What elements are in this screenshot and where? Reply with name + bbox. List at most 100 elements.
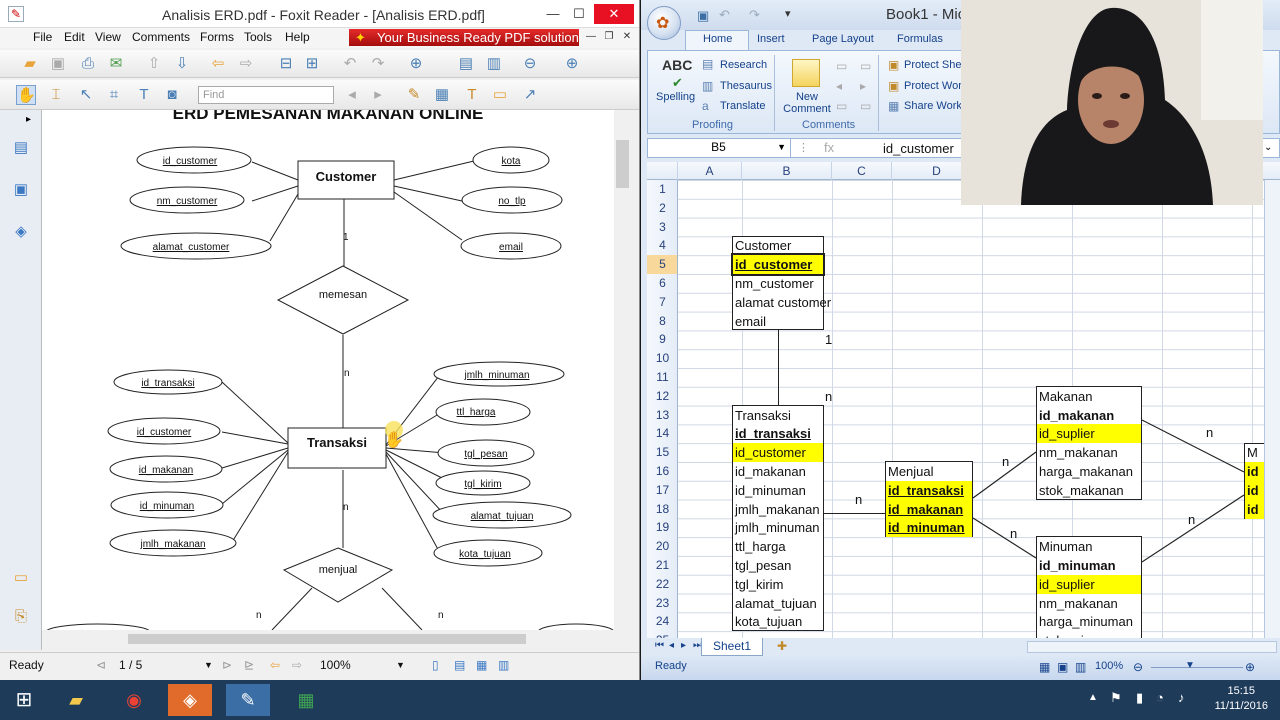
row-header[interactable]: 11 [647, 368, 677, 387]
page-indicator[interactable]: 1 / 5 [119, 658, 142, 672]
email-icon[interactable]: ✉ [106, 54, 126, 74]
translate-button[interactable]: Translate [720, 100, 765, 112]
cell-f14[interactable]: id_suplier [1037, 424, 1141, 444]
panel-expand-icon[interactable]: ▸ [26, 114, 31, 125]
camera-icon[interactable]: ◙ [162, 85, 182, 105]
menu-view[interactable]: View [95, 30, 121, 44]
cell-f20[interactable]: Minuman [1037, 537, 1141, 556]
page-layout-view-icon[interactable]: ▣ [1057, 660, 1068, 674]
pencil-icon[interactable]: ✎ [404, 85, 424, 105]
tab-insert[interactable]: Insert [757, 33, 785, 45]
minimize-button[interactable]: — [540, 4, 566, 24]
new-comment-button[interactable]: New Comment [782, 91, 832, 115]
spreadsheet-grid[interactable]: Customer id_customer nm_customer alamat … [678, 180, 1264, 638]
sheet-prev-icon[interactable]: ◂ [669, 640, 674, 651]
highlight-icon[interactable]: ▦ [432, 85, 452, 105]
row-header-selected[interactable]: 5 [647, 255, 677, 275]
cell-f24[interactable]: harga_minuman [1037, 612, 1141, 631]
col-header-c[interactable]: C [832, 162, 892, 180]
row-header[interactable]: 25 [647, 631, 677, 638]
formula-fx-icon[interactable]: fx [824, 140, 834, 155]
row-header[interactable]: 17 [647, 481, 677, 500]
search-next-icon[interactable]: ▸ [368, 85, 388, 105]
cell-f15[interactable]: nm_makanan [1037, 443, 1141, 462]
network-icon[interactable]: ◔ [1156, 690, 1164, 705]
cell-f21[interactable]: id_minuman [1037, 556, 1141, 575]
pdf-vertical-scrollbar[interactable] [614, 110, 631, 630]
excel-horizontal-scrollbar[interactable] [1027, 641, 1277, 653]
flag-icon[interactable]: ⚑ [1110, 690, 1122, 706]
cell-f12[interactable]: Makanan [1037, 387, 1141, 406]
foxit-taskbar-icon[interactable]: ✎ [226, 684, 270, 716]
row-header[interactable]: 23 [647, 594, 677, 613]
forward-icon[interactable]: ⇨ [236, 54, 256, 74]
open-icon[interactable]: ▰ [20, 54, 40, 74]
zoom-plus-icon[interactable]: ⊕ [562, 54, 582, 74]
col-header-a[interactable]: A [678, 162, 742, 180]
hand-tool-icon[interactable]: ✋ [16, 85, 36, 105]
cell-f25[interactable]: stok_minuman [1037, 631, 1141, 638]
row-header[interactable]: 4 [647, 236, 677, 255]
sheet-first-icon[interactable]: ⏮ [655, 640, 664, 651]
menu-edit[interactable]: Edit [64, 30, 85, 44]
prev-page-icon[interactable]: ⇧ [144, 54, 164, 74]
snapshot-icon[interactable]: ⌗ [104, 85, 124, 105]
cell-partial-2[interactable]: id [1245, 480, 1264, 500]
comment-show-icon[interactable]: ▭ [836, 99, 847, 113]
bookmarks-icon[interactable]: ▤ [12, 138, 30, 158]
zoom-slider[interactable] [1151, 667, 1243, 668]
fit-width-icon[interactable]: ▥ [484, 54, 504, 74]
row-header[interactable]: 20 [647, 537, 677, 556]
fit-page-icon[interactable]: ▤ [456, 54, 476, 74]
comment-showall-icon[interactable]: ▭ [860, 99, 871, 113]
single-page-view-icon[interactable]: ▯ [432, 658, 439, 672]
name-box[interactable]: B5 ▼ [647, 138, 791, 158]
formula-expand-icon[interactable]: ⌄ [1264, 142, 1272, 153]
zoom-in-icon[interactable]: ⊕ [406, 54, 426, 74]
comment-next-icon[interactable]: ▸ [860, 79, 866, 93]
protect-workbook-button[interactable]: Protect Wor [904, 80, 962, 92]
maximize-button[interactable]: ☐ [566, 4, 592, 24]
spelling-button[interactable]: Spelling [656, 91, 695, 103]
redo-icon[interactable]: ↷ [368, 54, 388, 74]
row-header[interactable]: 14 [647, 424, 677, 443]
share-workbook-button[interactable]: Share Work [904, 100, 962, 112]
typewriter-icon[interactable]: T [134, 85, 154, 105]
note-icon[interactable]: ▭ [490, 85, 510, 105]
volume-icon[interactable]: ♪ [1178, 690, 1185, 705]
tab-home[interactable]: Home [703, 33, 732, 45]
doc-close-button[interactable]: ✕ [614, 28, 639, 46]
row-header[interactable]: 9 [647, 330, 677, 349]
select-text-icon[interactable]: ⌶ [46, 85, 66, 105]
col-header-b[interactable]: B [742, 162, 832, 180]
zoom-level[interactable]: 100% [320, 658, 351, 672]
chrome-icon[interactable]: ◉ [112, 684, 156, 716]
excel-taskbar-icon[interactable]: ▦ [284, 684, 328, 716]
row-header[interactable]: 3 [647, 218, 677, 237]
menu-file[interactable]: File [33, 30, 52, 44]
row-header[interactable]: 8 [647, 312, 677, 331]
cell-partial-1[interactable]: id [1245, 462, 1264, 481]
comment-delete-icon[interactable]: ▭ [836, 59, 847, 73]
protect-sheet-button[interactable]: Protect Shee [904, 59, 968, 71]
cell-f23[interactable]: nm_makanan [1037, 594, 1141, 613]
back-icon[interactable]: ⇦ [208, 54, 228, 74]
last-page-icon[interactable]: ⊞ [302, 54, 322, 74]
formula-value[interactable]: id_customer [883, 141, 954, 156]
sheet-next-icon[interactable]: ▸ [681, 640, 686, 651]
comment-edit-icon[interactable]: ▭ [860, 59, 871, 73]
tray-expand-icon[interactable]: ▲ [1088, 692, 1098, 703]
pages-icon[interactable]: ▣ [12, 180, 30, 200]
back-button[interactable]: ⇦ [270, 658, 280, 672]
print-icon[interactable]: ⎙ [78, 54, 98, 74]
continuous-view-icon[interactable]: ▤ [454, 658, 465, 672]
pdf-vscroll-thumb[interactable] [616, 140, 629, 188]
normal-view-icon[interactable]: ▦ [1039, 660, 1050, 674]
forward-button[interactable]: ⇨ [292, 658, 302, 672]
start-button[interactable]: ⊞ [2, 684, 46, 716]
quick-access-dropdown-icon[interactable]: ▾ [785, 7, 791, 20]
first-page-icon[interactable]: ⊟ [276, 54, 296, 74]
file-explorer-icon[interactable]: ▰ [54, 684, 98, 716]
name-box-dropdown-icon[interactable]: ▼ [777, 138, 786, 156]
next-page-button[interactable]: ⊳ [222, 658, 232, 672]
